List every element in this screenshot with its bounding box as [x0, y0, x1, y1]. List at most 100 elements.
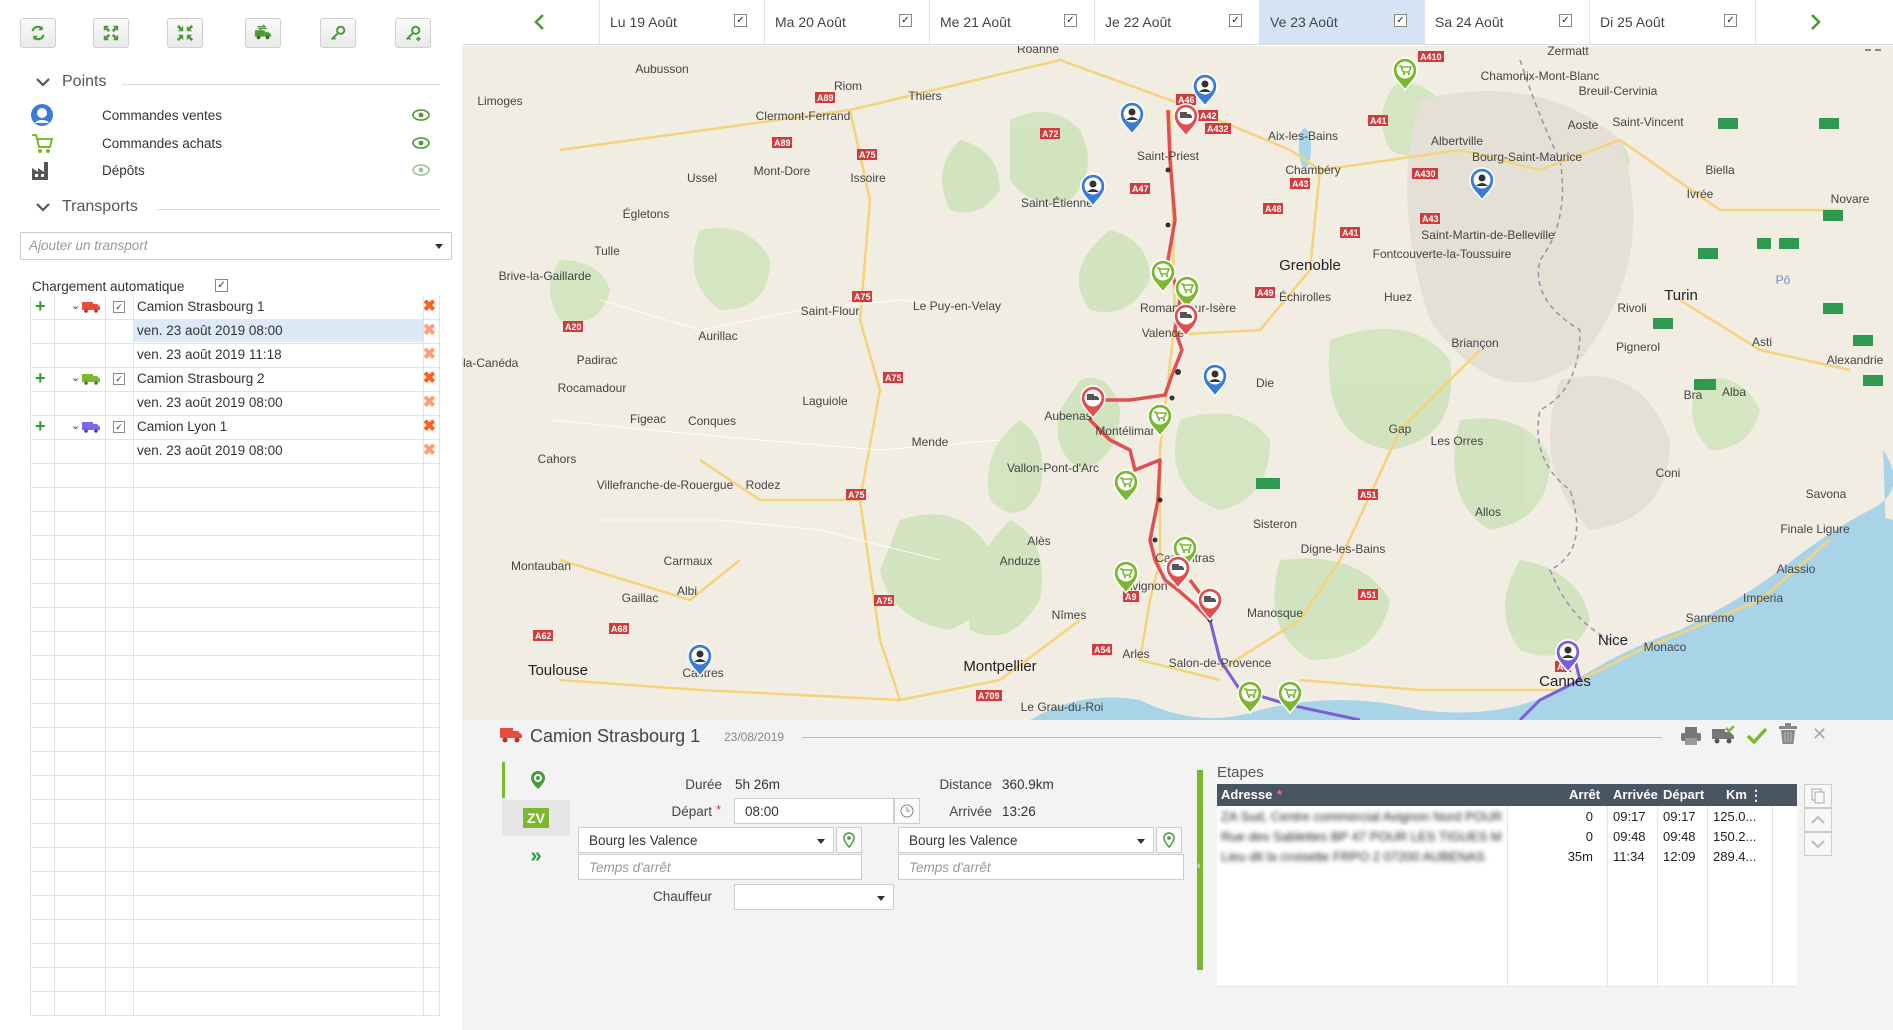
col-km[interactable]: Km [1726, 787, 1747, 802]
day-tab[interactable]: Lu 19 Août ✓ [599, 0, 765, 44]
day-checkbox[interactable]: ✓ [1724, 14, 1737, 27]
day-tab[interactable]: Je 22 Août ✓ [1094, 0, 1260, 44]
depart-time-input[interactable]: 08:00 [734, 798, 894, 824]
chevron-down-icon [36, 78, 50, 87]
day-checkbox[interactable]: ✓ [1229, 14, 1242, 27]
day-checkbox[interactable]: ✓ [1394, 14, 1407, 27]
key-button[interactable] [320, 18, 356, 48]
arrivee-value: 13:26 [1002, 804, 1036, 819]
city-label: Fontcouverte-la-Toussuire [1373, 247, 1512, 261]
delete-icon[interactable]: ✖ [423, 371, 436, 387]
start-stop-time-input[interactable]: Temps d'arrêt [578, 854, 862, 880]
end-place-select[interactable]: Bourg les Valence [898, 827, 1154, 853]
delete-icon[interactable]: ✖ [423, 419, 436, 435]
etape-row[interactable]: ZA Sud, Centre commercial Avignon Nord P… [1217, 806, 1797, 827]
add-icon[interactable]: + [35, 416, 46, 437]
transports-section-header[interactable]: Transports [32, 197, 442, 221]
date-bar: Lu 19 Août ✓ Ma 20 Août ✓ Me 21 Août ✓ Je 2… [462, 0, 1893, 45]
day-checkbox[interactable]: ✓ [899, 14, 912, 27]
empty-row [30, 535, 440, 560]
delete-icon[interactable]: ✖ [423, 395, 436, 411]
delete-icon[interactable]: ✖ [423, 443, 436, 459]
copy-button[interactable] [1804, 784, 1832, 808]
svg-text:A42: A42 [1200, 111, 1217, 121]
transport-date-row[interactable]: ven. 23 août 2019 08:00 ✖ [30, 439, 440, 464]
delete-icon[interactable]: ✖ [423, 299, 436, 315]
map-view[interactable]: A89 A72 A89 A75 A47 A46 A42 A432 A43 A48… [462, 46, 1893, 720]
auto-load-checkbox[interactable]: ✓ [215, 279, 228, 292]
chevron-down-icon[interactable]: ⌄ [71, 419, 80, 432]
city-label: Montauban [511, 559, 571, 573]
day-tab[interactable]: Di 25 Août ✓ [1589, 0, 1756, 44]
svg-text:A75: A75 [848, 490, 865, 500]
transport-checkbox[interactable]: ✓ [113, 421, 125, 433]
fullscreen-icon[interactable] [1863, 46, 1883, 52]
tab-zv[interactable]: ZV [502, 800, 570, 836]
add-icon[interactable]: + [35, 296, 46, 317]
day-tab[interactable]: Ma 20 Août ✓ [764, 0, 930, 44]
delete-icon[interactable]: ✖ [423, 347, 436, 363]
transport-date-row[interactable]: ven. 23 août 2019 08:00 ✖ [30, 391, 440, 416]
chevron-down-icon[interactable]: ⌄ [71, 299, 80, 312]
end-stop-time-input[interactable]: Temps d'arrêt [898, 854, 1184, 880]
transport-date-row[interactable]: ven. 23 août 2019 11:18 ✖ [30, 343, 440, 368]
add-transport-select[interactable]: Ajouter un transport [20, 232, 452, 260]
eye-icon[interactable] [412, 164, 430, 176]
chevron-left-icon[interactable] [532, 13, 546, 31]
transport-checkbox[interactable]: ✓ [113, 373, 125, 385]
svg-text:A49: A49 [1257, 288, 1274, 298]
expand-button[interactable] [93, 18, 129, 48]
collapse-button[interactable] [167, 18, 203, 48]
day-tab[interactable]: Me 21 Août ✓ [929, 0, 1095, 44]
check-icon[interactable] [1746, 726, 1768, 746]
key-add-button[interactable] [395, 18, 431, 48]
start-place-select[interactable]: Bourg les Valence [578, 827, 834, 853]
empty-row [30, 463, 440, 488]
etape-row[interactable]: Lieu dit la croisette FRPO 2 07200 AUBEN… [1217, 846, 1797, 867]
start-pin-button[interactable] [836, 827, 862, 853]
etape-row[interactable]: Rue des Sablettes BP 47 POUR LES TIGUES … [1217, 826, 1797, 847]
eye-icon[interactable] [412, 137, 430, 149]
chevron-down-icon[interactable]: ⌄ [71, 371, 80, 384]
col-arret[interactable]: Arrêt [1569, 787, 1600, 802]
day-checkbox[interactable]: ✓ [734, 14, 747, 27]
transport-row[interactable]: + ⌄ ✓ Camion Lyon 1 ✖ [30, 415, 440, 440]
day-label: Ma 20 Août [775, 14, 846, 30]
chevron-right-icon[interactable] [1809, 13, 1823, 31]
transport-checkbox[interactable]: ✓ [113, 301, 125, 313]
delete-icon[interactable]: ✖ [423, 323, 436, 339]
eye-icon[interactable] [412, 109, 430, 121]
svg-text:A68: A68 [611, 624, 628, 634]
truck-check-icon[interactable] [1712, 726, 1736, 746]
printer-icon[interactable] [1680, 726, 1702, 746]
day-tab[interactable]: Sa 24 Août ✓ [1424, 0, 1590, 44]
etape-km: 150.2... [1713, 829, 1757, 844]
close-icon[interactable]: ✕ [1812, 724, 1827, 745]
move-up-button[interactable] [1804, 808, 1832, 832]
city-label: Alexandrie [1827, 353, 1884, 367]
day-tab-active[interactable]: Ve 23 Août ✓ [1259, 0, 1425, 44]
tab-forward[interactable]: » [502, 838, 570, 874]
truck-swap-button[interactable] [245, 18, 281, 48]
column-menu-icon[interactable]: ⋮ [1749, 787, 1763, 804]
svg-text:A62: A62 [535, 631, 552, 641]
chevron-left-icon[interactable]: ‹ [1197, 860, 1201, 872]
end-pin-button[interactable] [1156, 827, 1182, 853]
transport-row[interactable]: + ⌄ ✓ Camion Strasbourg 2 ✖ [30, 367, 440, 392]
svg-text:A51: A51 [1360, 490, 1377, 500]
refresh-button[interactable] [20, 18, 56, 48]
day-checkbox[interactable]: ✓ [1064, 14, 1077, 27]
transport-row[interactable]: + ⌄ ✓ Camion Strasbourg 1 ✖ [30, 295, 440, 320]
col-adresse[interactable]: Adresse [1221, 787, 1272, 802]
col-depart[interactable]: Départ [1663, 787, 1704, 802]
add-icon[interactable]: + [35, 368, 46, 389]
transport-date-row[interactable]: ven. 23 août 2019 08:00 ✖ [30, 319, 440, 344]
trash-icon[interactable] [1778, 723, 1798, 745]
tab-route[interactable] [505, 762, 570, 798]
col-arrivee[interactable]: Arrivée [1613, 787, 1658, 802]
key-add-icon [405, 25, 421, 42]
day-checkbox[interactable]: ✓ [1559, 14, 1572, 27]
points-section-header[interactable]: Points [32, 72, 442, 96]
move-down-button[interactable] [1804, 832, 1832, 856]
chauffeur-select[interactable] [734, 884, 894, 910]
